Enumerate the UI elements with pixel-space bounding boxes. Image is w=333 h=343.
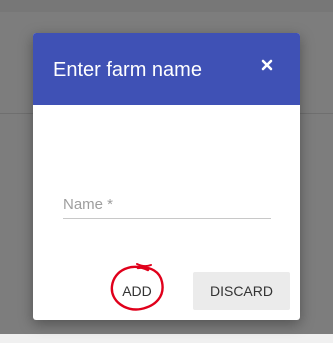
discard-button[interactable]: DISCARD: [193, 272, 290, 310]
add-button[interactable]: ADD: [109, 272, 165, 310]
name-field[interactable]: Name *: [63, 193, 271, 221]
name-field-underline: [63, 218, 271, 219]
background-footer-strip: [0, 334, 333, 343]
dialog-header: Enter farm name: [33, 33, 300, 105]
close-button[interactable]: [255, 53, 279, 77]
name-input[interactable]: [63, 193, 271, 217]
close-icon: [261, 59, 273, 71]
farm-name-dialog: Enter farm name Name * ADD DISCARD: [33, 33, 300, 320]
dialog-title: Enter farm name: [53, 59, 202, 81]
background-header-strip: [0, 0, 333, 12]
